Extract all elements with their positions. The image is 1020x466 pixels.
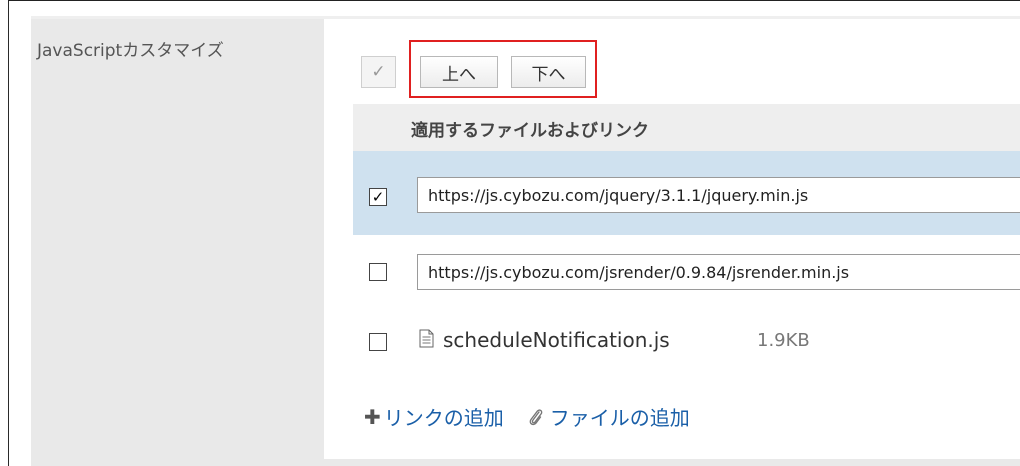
row-checkbox[interactable]	[369, 333, 387, 351]
add-link-label: リンクの追加	[383, 406, 504, 430]
table-row: ✓	[353, 151, 1020, 236]
add-file-label: ファイルの追加	[549, 406, 690, 430]
add-actions: ✚ リンクの追加 ファイルの追加	[364, 402, 690, 431]
move-down-button[interactable]: 下へ	[511, 56, 586, 88]
move-up-button[interactable]: 上へ	[420, 56, 498, 88]
table-row: scheduleNotification.js 1.9KB	[353, 309, 1020, 375]
select-all-button[interactable]: ✓	[361, 56, 396, 88]
table-header: 適用するファイルおよびリンク	[353, 104, 1020, 152]
row-checkbox[interactable]	[369, 263, 387, 281]
paperclip-icon	[529, 408, 543, 425]
label-column	[31, 19, 324, 459]
add-file-button[interactable]: ファイルの追加	[504, 402, 690, 431]
file-size: 1.9KB	[757, 330, 810, 351]
table-header-label: 適用するファイルおよびリンク	[411, 121, 649, 141]
file-name-link[interactable]: scheduleNotification.js	[443, 328, 670, 352]
plus-icon: ✚	[364, 404, 381, 429]
table-row	[353, 235, 1020, 310]
row-checkbox[interactable]: ✓	[369, 188, 387, 206]
link-url-input[interactable]	[417, 254, 1020, 290]
file-icon	[419, 329, 434, 348]
section-bottom-strip	[31, 459, 1020, 466]
check-icon: ✓	[371, 62, 386, 82]
add-link-button[interactable]: ✚ リンクの追加	[364, 402, 504, 431]
section-label: JavaScriptカスタマイズ	[37, 41, 224, 61]
window-border	[0, 0, 9, 466]
top-divider	[8, 0, 1020, 1]
link-url-input[interactable]	[417, 177, 1020, 213]
